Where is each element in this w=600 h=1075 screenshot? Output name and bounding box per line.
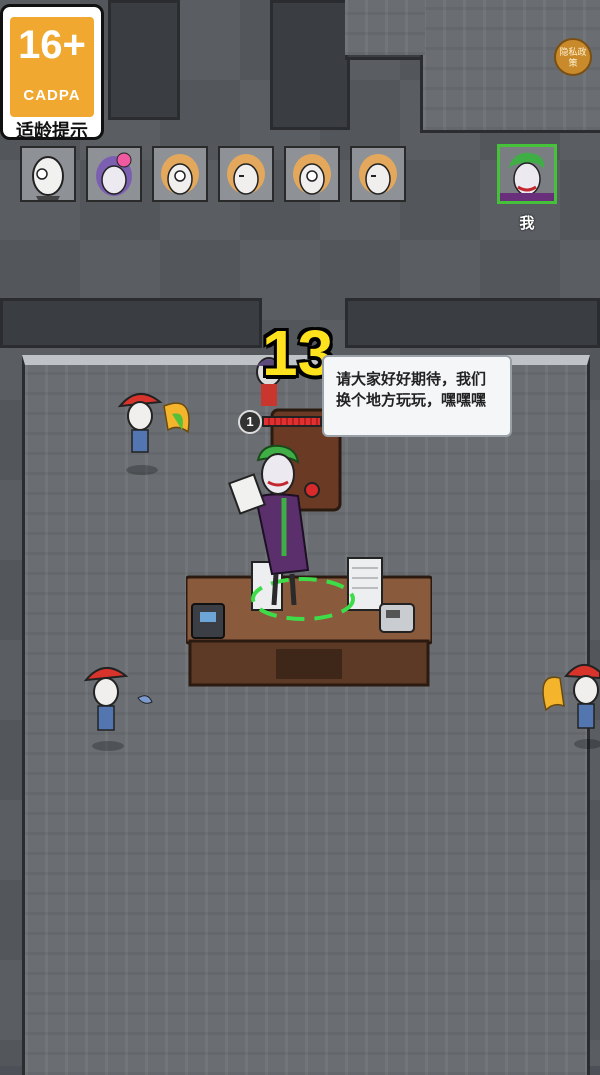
age-rating-org: CADPA	[23, 87, 81, 104]
firefighter-girl-npc	[82, 660, 162, 754]
player-avatar	[152, 146, 208, 202]
wall-top-mid	[270, 0, 350, 130]
player-avatar	[218, 146, 274, 202]
player-avatar	[20, 146, 76, 202]
blonde-girl-avatar-icon	[154, 148, 206, 200]
boss-level-badge: 1	[238, 410, 262, 434]
wall-mid-right	[345, 298, 600, 348]
joker-avatar-icon	[500, 147, 554, 201]
blonde-girl-avatar-icon	[286, 148, 338, 200]
age-rating-box: 16+ CADPA	[10, 17, 94, 117]
wall-mid-left	[0, 298, 262, 348]
joker-character	[228, 440, 338, 610]
my-avatar	[497, 144, 557, 204]
room-top-mid-floor	[345, 0, 425, 55]
desk-phone-icon	[190, 598, 230, 640]
blonde-girl-avatar-icon	[220, 148, 272, 200]
player-avatar	[350, 146, 406, 202]
player-avatar	[86, 146, 142, 202]
fax-machine-icon	[378, 596, 418, 636]
blonde-girl-avatar-icon	[352, 148, 404, 200]
privacy-policy-button[interactable]: 隐私政策	[554, 38, 592, 76]
me-label: 我	[519, 215, 535, 232]
age-rating-tip: 适龄提示	[16, 121, 88, 141]
wall-top-left	[108, 0, 180, 120]
age-rating-badge[interactable]: 16+ CADPA 适龄提示	[0, 4, 104, 141]
age-rating-number: 16+	[18, 23, 86, 67]
boss-health-bar	[262, 416, 322, 427]
firefighter-girl-npc	[540, 658, 600, 752]
firefighter-girl-npc	[116, 386, 196, 478]
purple-hair-flower-girl-avatar-icon	[88, 148, 140, 200]
player-avatar	[284, 146, 340, 202]
bald-man-avatar-icon	[22, 148, 74, 200]
boss-speech-bubble: 请大家好好期待，我们换个地方玩玩，嘿嘿嘿	[322, 355, 512, 437]
